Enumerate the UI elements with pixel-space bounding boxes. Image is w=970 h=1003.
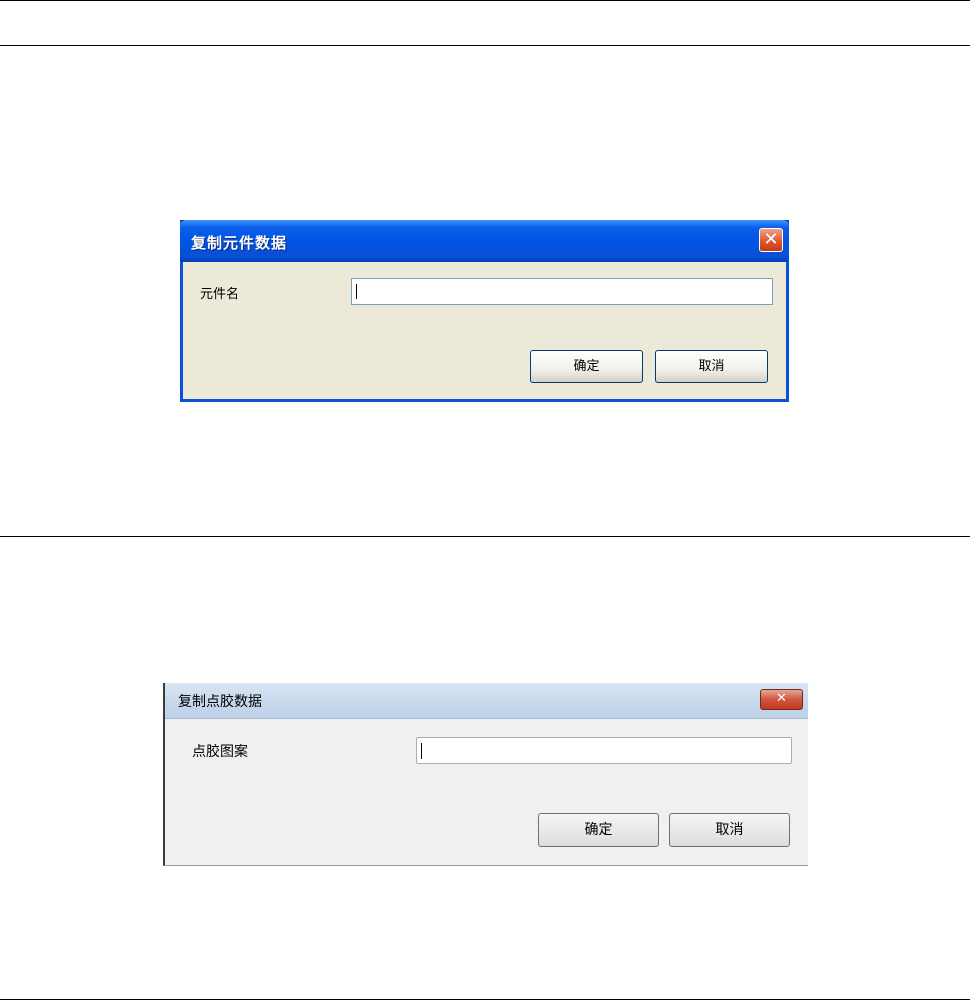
component-name-input[interactable] — [351, 278, 773, 305]
dialog-titlebar[interactable]: 复制点胶数据 ✕ — [165, 683, 808, 719]
dialog-title: 复制元件数据 — [191, 234, 288, 252]
dispense-pattern-label: 点胶图案 — [192, 744, 248, 760]
bottom-divider — [0, 999, 970, 1000]
top-divider — [0, 0, 970, 1]
ok-button[interactable]: 确定 — [530, 350, 643, 383]
component-name-label: 元件名 — [200, 287, 240, 302]
section-divider — [0, 536, 970, 537]
text-caret — [421, 743, 422, 759]
header-divider — [0, 45, 970, 46]
close-icon[interactable]: ✕ — [759, 228, 783, 252]
dispense-pattern-input[interactable] — [416, 737, 792, 764]
cancel-button[interactable]: 取消 — [655, 350, 768, 383]
copy-component-dialog: 复制元件数据 ✕ 元件名 确定 取消 — [180, 220, 789, 402]
dialog-title: 复制点胶数据 — [178, 694, 262, 710]
dialog-titlebar[interactable]: 复制元件数据 ✕ — [180, 220, 789, 262]
copy-dispense-dialog: 复制点胶数据 ✕ 点胶图案 确定 取消 — [163, 683, 808, 866]
ok-button[interactable]: 确定 — [538, 813, 659, 847]
close-icon[interactable]: ✕ — [760, 689, 803, 710]
cancel-button[interactable]: 取消 — [669, 813, 790, 847]
text-caret — [356, 284, 357, 299]
